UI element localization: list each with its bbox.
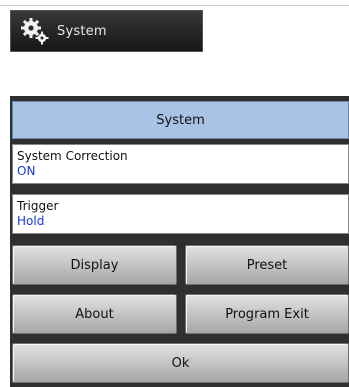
- system-correction-row[interactable]: System Correction ON: [12, 144, 349, 184]
- trigger-value: Hold: [17, 214, 45, 228]
- system-correction-value: ON: [17, 164, 36, 178]
- system-menu-panel: System System Correction ON Trigger Hold…: [10, 96, 349, 387]
- preset-button[interactable]: Preset: [185, 245, 349, 285]
- trigger-row[interactable]: Trigger Hold: [12, 194, 349, 234]
- system-tab-button[interactable]: System: [10, 10, 203, 52]
- system-tab-label: System: [57, 23, 107, 39]
- ok-button[interactable]: Ok: [12, 343, 349, 383]
- about-button[interactable]: About: [12, 294, 177, 334]
- trigger-label: Trigger: [17, 199, 59, 213]
- display-button[interactable]: Display: [12, 245, 177, 285]
- program-exit-button[interactable]: Program Exit: [185, 294, 349, 334]
- gears-icon: [21, 17, 49, 45]
- panel-title: System: [12, 101, 349, 139]
- top-divider: [0, 5, 349, 6]
- system-correction-label: System Correction: [17, 149, 128, 163]
